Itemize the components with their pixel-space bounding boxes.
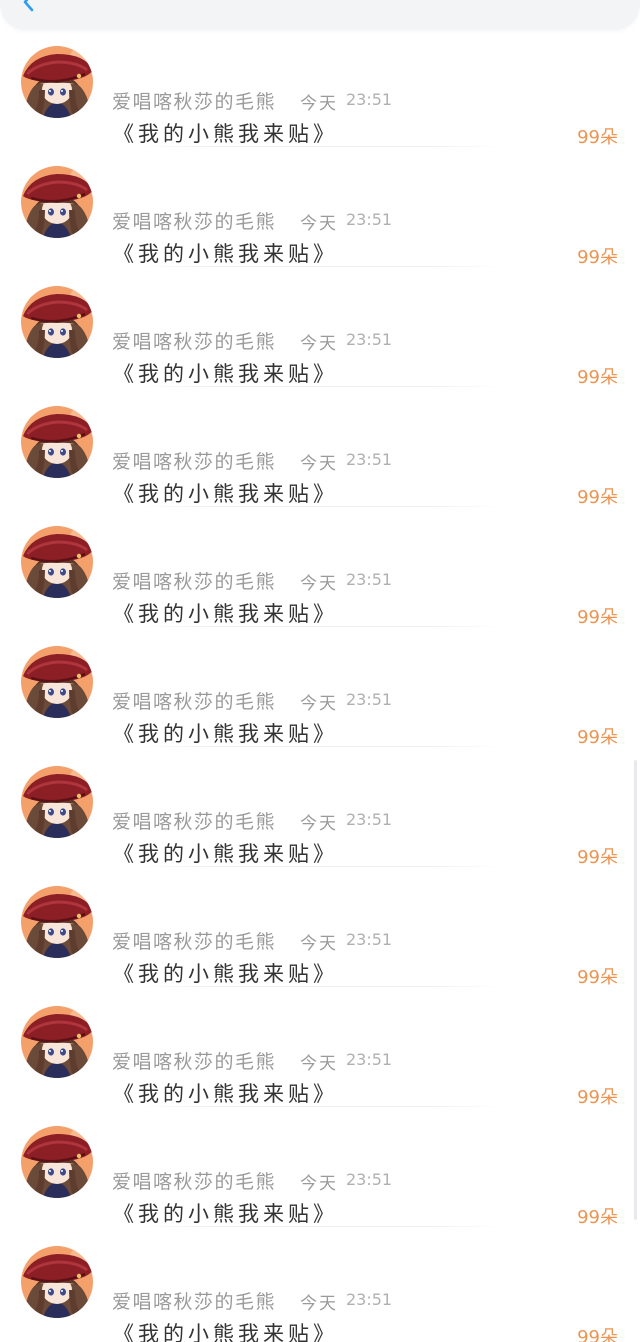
post-time: 23:51 xyxy=(346,810,393,829)
post-time: 23:51 xyxy=(346,210,393,229)
flower-count[interactable]: 99朵 xyxy=(577,1323,618,1342)
list-item[interactable]: 爱唱喀秋莎的毛熊 今天 23:51 《我的小熊我来贴》 99朵 xyxy=(0,27,640,149)
list-item[interactable]: 爱唱喀秋莎的毛熊 今天 23:51 《我的小熊我来贴》 99朵 xyxy=(0,507,640,629)
post-time: 23:51 xyxy=(346,90,393,109)
avatar-icon[interactable] xyxy=(21,406,93,478)
user-name[interactable]: 爱唱喀秋莎的毛熊 xyxy=(112,1287,276,1314)
user-name[interactable]: 爱唱喀秋莎的毛熊 xyxy=(112,567,276,594)
flower-count[interactable]: 99朵 xyxy=(577,1083,618,1109)
avatar-icon[interactable] xyxy=(21,526,93,598)
list-item[interactable]: 爱唱喀秋莎的毛熊 今天 23:51 《我的小熊我来贴》 99朵 xyxy=(0,267,640,389)
avatar-icon[interactable] xyxy=(21,1246,93,1318)
list-item[interactable]: 爱唱喀秋莎的毛熊 今天 23:51 《我的小熊我来贴》 99朵 xyxy=(0,987,640,1109)
post-time: 23:51 xyxy=(346,1170,393,1189)
list-item[interactable]: 爱唱喀秋莎的毛熊 今天 23:51 《我的小熊我来贴》 99朵 xyxy=(0,627,640,749)
post-title[interactable]: 《我的小熊我来贴》 xyxy=(113,238,338,268)
post-title[interactable]: 《我的小熊我来贴》 xyxy=(113,478,338,508)
flower-count[interactable]: 99朵 xyxy=(577,243,618,269)
message-list: 爱唱喀秋莎的毛熊 今天 23:51 《我的小熊我来贴》 99朵 爱唱喀秋莎的毛熊… xyxy=(0,0,640,1342)
list-item[interactable]: 爱唱喀秋莎的毛熊 今天 23:51 《我的小熊我来贴》 99朵 xyxy=(0,867,640,989)
post-time: 23:51 xyxy=(346,450,393,469)
avatar-icon[interactable] xyxy=(21,1126,93,1198)
avatar-icon[interactable] xyxy=(21,286,93,358)
flower-count[interactable]: 99朵 xyxy=(577,1203,618,1229)
flower-count[interactable]: 99朵 xyxy=(577,363,618,389)
post-day: 今天 xyxy=(300,214,338,234)
post-title[interactable]: 《我的小熊我来贴》 xyxy=(113,598,338,628)
post-day: 今天 xyxy=(300,1174,338,1194)
post-day: 今天 xyxy=(300,94,338,114)
list-item[interactable]: 爱唱喀秋莎的毛熊 今天 23:51 《我的小熊我来贴》 99朵 xyxy=(0,1107,640,1229)
avatar-icon[interactable] xyxy=(21,46,93,118)
flower-count[interactable]: 99朵 xyxy=(577,723,618,749)
post-title[interactable]: 《我的小熊我来贴》 xyxy=(113,118,338,148)
post-time: 23:51 xyxy=(346,1050,393,1069)
post-day: 今天 xyxy=(300,694,338,714)
post-title[interactable]: 《我的小熊我来贴》 xyxy=(113,1078,338,1108)
user-name[interactable]: 爱唱喀秋莎的毛熊 xyxy=(112,87,276,114)
post-title[interactable]: 《我的小熊我来贴》 xyxy=(113,958,338,988)
post-time: 23:51 xyxy=(346,330,393,349)
list-item[interactable]: 爱唱喀秋莎的毛熊 今天 23:51 《我的小熊我来贴》 99朵 xyxy=(0,1227,640,1342)
post-day: 今天 xyxy=(300,814,338,834)
avatar-icon[interactable] xyxy=(21,1006,93,1078)
list-item[interactable]: 爱唱喀秋莎的毛熊 今天 23:51 《我的小熊我来贴》 99朵 xyxy=(0,147,640,269)
post-time: 23:51 xyxy=(346,930,393,949)
flower-count[interactable]: 99朵 xyxy=(577,843,618,869)
flower-count[interactable]: 99朵 xyxy=(577,603,618,629)
user-name[interactable]: 爱唱喀秋莎的毛熊 xyxy=(112,447,276,474)
scrollbar[interactable] xyxy=(634,760,637,1220)
user-name[interactable]: 爱唱喀秋莎的毛熊 xyxy=(112,807,276,834)
post-day: 今天 xyxy=(300,1294,338,1314)
post-time: 23:51 xyxy=(346,1290,393,1309)
avatar-icon[interactable] xyxy=(21,646,93,718)
post-time: 23:51 xyxy=(346,690,393,709)
post-day: 今天 xyxy=(300,1054,338,1074)
flower-count[interactable]: 99朵 xyxy=(577,483,618,509)
post-day: 今天 xyxy=(300,454,338,474)
list-item[interactable]: 爱唱喀秋莎的毛熊 今天 23:51 《我的小熊我来贴》 99朵 xyxy=(0,387,640,509)
post-title[interactable]: 《我的小熊我来贴》 xyxy=(113,838,338,868)
post-day: 今天 xyxy=(300,574,338,594)
avatar-icon[interactable] xyxy=(21,166,93,238)
avatar-icon[interactable] xyxy=(21,886,93,958)
avatar-icon[interactable] xyxy=(21,766,93,838)
flower-count[interactable]: 99朵 xyxy=(577,963,618,989)
user-name[interactable]: 爱唱喀秋莎的毛熊 xyxy=(112,207,276,234)
post-title[interactable]: 《我的小熊我来贴》 xyxy=(113,358,338,388)
post-time: 23:51 xyxy=(346,570,393,589)
flower-count[interactable]: 99朵 xyxy=(577,123,618,149)
user-name[interactable]: 爱唱喀秋莎的毛熊 xyxy=(112,1167,276,1194)
post-day: 今天 xyxy=(300,934,338,954)
post-day: 今天 xyxy=(300,334,338,354)
user-name[interactable]: 爱唱喀秋莎的毛熊 xyxy=(112,1047,276,1074)
post-title[interactable]: 《我的小熊我来贴》 xyxy=(113,1198,338,1228)
post-title[interactable]: 《我的小熊我来贴》 xyxy=(113,718,338,748)
list-item[interactable]: 爱唱喀秋莎的毛熊 今天 23:51 《我的小熊我来贴》 99朵 xyxy=(0,747,640,869)
user-name[interactable]: 爱唱喀秋莎的毛熊 xyxy=(112,927,276,954)
user-name[interactable]: 爱唱喀秋莎的毛熊 xyxy=(112,327,276,354)
post-title[interactable]: 《我的小熊我来贴》 xyxy=(113,1318,338,1342)
user-name[interactable]: 爱唱喀秋莎的毛熊 xyxy=(112,687,276,714)
